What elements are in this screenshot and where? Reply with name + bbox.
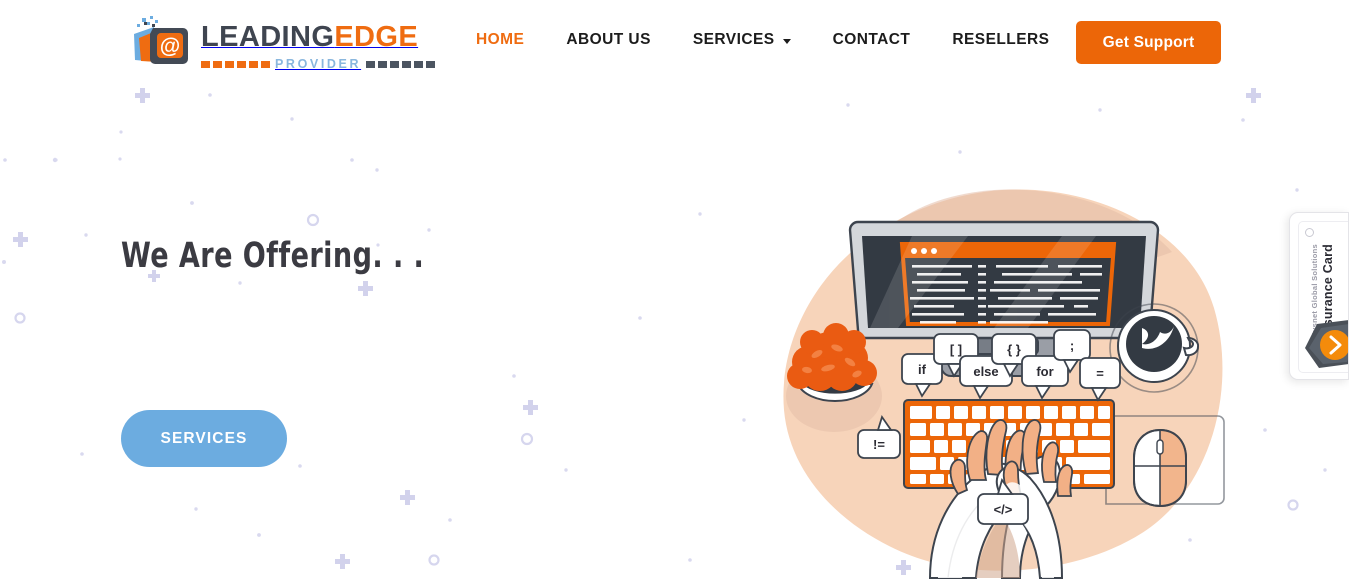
chevron-down-icon (782, 38, 791, 44)
logo-dashes-right (366, 60, 436, 68)
orange-chevron-badge-icon[interactable] (1305, 320, 1349, 370)
nav-item-resellers[interactable]: RESELLERS (931, 31, 1070, 49)
nav-item-services[interactable]: SERVICES (672, 31, 812, 49)
svg-text:!=: != (873, 437, 885, 452)
services-button[interactable]: SERVICES (121, 410, 287, 467)
coffee-cup-icon (1109, 303, 1200, 393)
nav-item-about-us[interactable]: ABOUT US (545, 31, 672, 49)
logo-dashes-left (201, 60, 270, 68)
svg-text:for: for (1036, 364, 1053, 379)
svg-text:;: ; (1070, 338, 1074, 353)
leading-edge-logo-mark-icon: @ (131, 16, 193, 68)
logo-wordmark: LEADINGEDGE PROVIDER (201, 16, 436, 71)
nav-label: ABOUT US (566, 31, 651, 48)
get-support-button[interactable]: Get Support (1076, 21, 1221, 64)
nav-item-home[interactable]: HOME (455, 31, 545, 49)
page-root: @ LEADINGEDGE PROVIDER HOME ABOUT US SER… (0, 0, 1349, 586)
logo-word-primary: LEADING (201, 21, 335, 53)
nav-label: CONTACT (832, 31, 911, 48)
brand-logo-link[interactable]: @ LEADINGEDGE PROVIDER (131, 16, 436, 71)
svg-text:if: if (918, 362, 927, 377)
assurance-card-inner: Sysnet Global Solutions Assurance Card (1298, 221, 1349, 373)
assurance-card-widget[interactable]: Sysnet Global Solutions Assurance Card (1289, 212, 1349, 380)
logo-subtitle: PROVIDER (275, 57, 362, 71)
developer-coding-desk-illustration: if [ ] else { } for ; = != </> (783, 189, 1225, 579)
main-navigation: HOME ABOUT US SERVICES CONTACT RESELLERS (455, 31, 1070, 49)
nav-label: RESELLERS (952, 31, 1050, 48)
logo-word-accent: EDGE (334, 21, 419, 53)
nav-label: HOME (476, 31, 525, 48)
page-title: We Are Offering. . . (121, 236, 425, 276)
svg-text:=: = (1096, 366, 1104, 381)
svg-text:[ ]: [ ] (950, 342, 962, 357)
svg-text:</>: </> (994, 502, 1013, 517)
nav-label: SERVICES (692, 31, 775, 48)
svg-text:else: else (973, 364, 998, 379)
site-header: @ LEADINGEDGE PROVIDER HOME ABOUT US SER… (0, 0, 1349, 86)
svg-text:@: @ (160, 35, 180, 58)
nav-item-contact[interactable]: CONTACT (812, 31, 932, 49)
assurance-dot-icon (1305, 228, 1314, 237)
svg-text:{ }: { } (1007, 342, 1021, 357)
